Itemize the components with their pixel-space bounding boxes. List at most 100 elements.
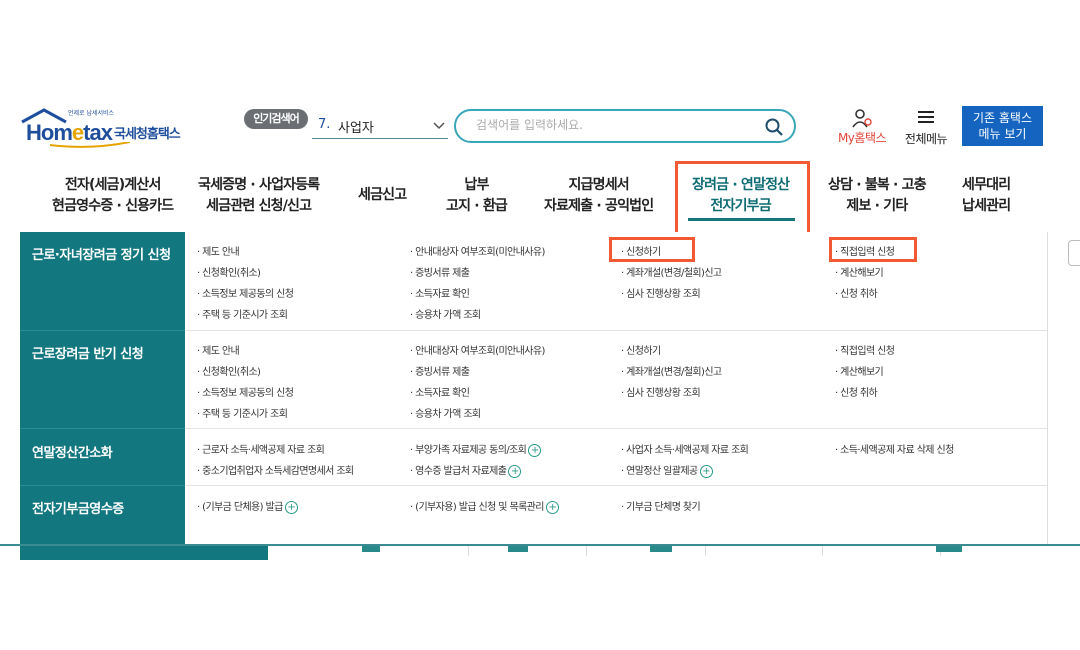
menu-link[interactable]: · 계좌개설(변경/철회)신고: [621, 264, 722, 279]
gnb-certificates[interactable]: 국세증명 · 사업자등록 세금관련 신청/신고: [198, 175, 320, 217]
section-title-donation-receipt[interactable]: 전자기부금영수증: [32, 498, 124, 517]
hometax-logo[interactable]: 언제로 납세서비스 Hometax 국세청홈택스: [20, 106, 195, 150]
menu-link[interactable]: · 계좌개설(변경/철회)신고: [621, 363, 722, 378]
divider: [705, 546, 706, 556]
menu-link[interactable]: · 제도 안내: [197, 243, 240, 258]
menu-link[interactable]: · 사업자 소득·세액공제 자료 조회: [621, 441, 749, 456]
gnb-label: 자료제출 · 공익법인: [544, 198, 654, 214]
section-title-yearend-simplified[interactable]: 연말정산간소화: [32, 442, 113, 461]
divider: [822, 546, 823, 556]
divider: [185, 330, 1047, 331]
menu-link[interactable]: · 부양가족 자료제공 동의/조회 +: [410, 441, 542, 457]
gnb-tax-filing[interactable]: 세금신고: [358, 185, 407, 206]
menu-link[interactable]: · 소득자료 확인: [410, 285, 470, 300]
divider: [20, 485, 185, 486]
menu-link[interactable]: · 승용차 가액 조회: [410, 306, 481, 321]
gnb-consulting[interactable]: 상담 · 불복 · 고충 제보 · 기타: [828, 175, 927, 217]
menu-link[interactable]: · 기부금 단체명 찾기: [621, 498, 701, 513]
menu-link[interactable]: · 연말정산 일괄제공 +: [621, 462, 713, 478]
menu-link[interactable]: · 계산해보기: [835, 363, 884, 378]
menu-link[interactable]: · 증빙서류 제출: [410, 363, 470, 378]
gnb-label: 현금영수증 · 신용카드: [52, 198, 174, 214]
gnb-label: 세무대리: [962, 177, 1011, 193]
menu-link-label: · (기부금 단체용) 발급: [197, 502, 283, 513]
gnb-label: 전자(세금)계산서: [64, 177, 162, 193]
section-title-half-incentive[interactable]: 근로장려금 반기 신청: [32, 343, 144, 362]
gnb-label: 국세증명 · 사업자등록: [198, 177, 320, 193]
search-icon[interactable]: [764, 117, 784, 137]
side-tab-handle[interactable]: [1068, 240, 1080, 266]
popular-rank: 7.: [318, 117, 331, 132]
highlight-box-direct-input: [829, 237, 917, 262]
menu-link[interactable]: · 증빙서류 제출: [410, 264, 470, 279]
plus-circle-icon: +: [528, 443, 542, 457]
gnb-payment[interactable]: 납부 고지 · 환급: [446, 175, 508, 217]
plus-circle-icon: +: [699, 464, 713, 478]
legacy-menu-button[interactable]: 기존 홈택스 메뉴 보기: [962, 106, 1043, 146]
menu-link[interactable]: · 신청확인(취소): [197, 264, 261, 279]
menu-link[interactable]: · 소득자료 확인: [410, 384, 470, 399]
background-icon: [650, 546, 672, 552]
gnb-label: 세금관련 신청/신고: [206, 198, 312, 214]
menu-link-label: · 부양가족 자료제공 동의/조회: [410, 445, 527, 456]
user-icon: [852, 109, 872, 128]
page-teal-strip: [20, 546, 268, 560]
gnb-label: 제보 · 기타: [846, 198, 908, 214]
menu-link[interactable]: · 소득·세액공제 자료 삭제 신청: [835, 441, 954, 456]
menu-link[interactable]: · 신청하기: [621, 342, 661, 357]
highlight-box-apply: [609, 237, 695, 262]
gnb-label: 지급명세서: [568, 177, 629, 193]
background-icon: [508, 546, 528, 552]
menu-link[interactable]: · 중소기업취업자 소득세감면명세서 조회: [197, 462, 354, 477]
popular-search-select[interactable]: 7. 사업자: [312, 114, 448, 139]
search-box: [454, 109, 796, 143]
all-menu-label: 전체메뉴: [904, 132, 948, 146]
my-hometax-button[interactable]: My홈택스: [832, 108, 892, 145]
logo-korean-name: 국세청홈택스: [114, 127, 181, 142]
menu-link[interactable]: · 안내대상자 여부조회(미안내사유): [410, 243, 545, 258]
menu-link[interactable]: · 안내대상자 여부조회(미안내사유): [410, 342, 545, 357]
menu-link[interactable]: · 승용차 가액 조회: [410, 405, 481, 420]
menu-link[interactable]: · 제도 안내: [197, 342, 240, 357]
menu-link[interactable]: · 소득정보 제공동의 신청: [197, 384, 294, 399]
menu-link[interactable]: · 주택 등 기준시가 조회: [197, 405, 288, 420]
my-hometax-label: My홈택스: [837, 131, 887, 145]
menu-link[interactable]: · 신청 취하: [835, 285, 878, 300]
logo-swoosh-icon: [50, 142, 130, 148]
menu-link[interactable]: · 심사 진행상황 조회: [621, 384, 701, 399]
search-input[interactable]: [474, 117, 758, 133]
menu-link[interactable]: · 신청확인(취소): [197, 363, 261, 378]
legacy-menu-line1: 기존 홈택스: [972, 111, 1032, 125]
menu-link[interactable]: · 근로자 소득·세액공제 자료 조회: [197, 441, 325, 456]
plus-circle-icon: +: [545, 500, 559, 514]
gnb-e-invoice[interactable]: 전자(세금)계산서 현금영수증 · 신용카드: [52, 175, 174, 217]
highlight-box-gnb: [675, 161, 810, 235]
gnb-tax-agent[interactable]: 세무대리 납세관리: [962, 175, 1011, 217]
divider: [20, 330, 185, 331]
gnb-label: 세금신고: [358, 187, 407, 203]
menu-link[interactable]: · (기부금 단체용) 발급 +: [197, 498, 298, 514]
menu-link[interactable]: · 계산해보기: [835, 264, 884, 279]
gnb-label: 상담 · 불복 · 고충: [828, 177, 927, 193]
plus-circle-icon: +: [508, 464, 522, 478]
menu-link[interactable]: · 주택 등 기준시가 조회: [197, 306, 288, 321]
gnb-payment-statement[interactable]: 지급명세서 자료제출 · 공익법인: [544, 175, 654, 217]
gnb-label: 납부: [464, 177, 489, 193]
menu-link[interactable]: · 영수증 발급처 자료제출 +: [410, 462, 522, 478]
logo-tagline: 언제로 납세서비스: [68, 110, 115, 117]
divider: [20, 428, 185, 429]
menu-link[interactable]: · 소득정보 제공동의 신청: [197, 285, 294, 300]
menu-link[interactable]: · 심사 진행상황 조회: [621, 285, 701, 300]
menu-link[interactable]: · 직접입력 신청: [835, 342, 895, 357]
divider: [185, 485, 1047, 486]
menu-link[interactable]: · (기부자용) 발급 신청 및 목록관리 +: [410, 498, 559, 514]
submenu-panel: [185, 232, 1048, 544]
menu-link[interactable]: · 신청 취하: [835, 384, 878, 399]
gnb-label: 납세관리: [962, 198, 1011, 214]
divider: [468, 546, 469, 556]
divider: [185, 428, 1047, 429]
section-title-regular-incentive[interactable]: 근로·자녀장려금 정기 신청: [32, 244, 171, 263]
menu-link-label: · 연말정산 일괄제공: [621, 466, 698, 477]
gnb-label: 고지 · 환급: [446, 198, 508, 214]
all-menu-button[interactable]: 전체메뉴: [898, 108, 954, 146]
